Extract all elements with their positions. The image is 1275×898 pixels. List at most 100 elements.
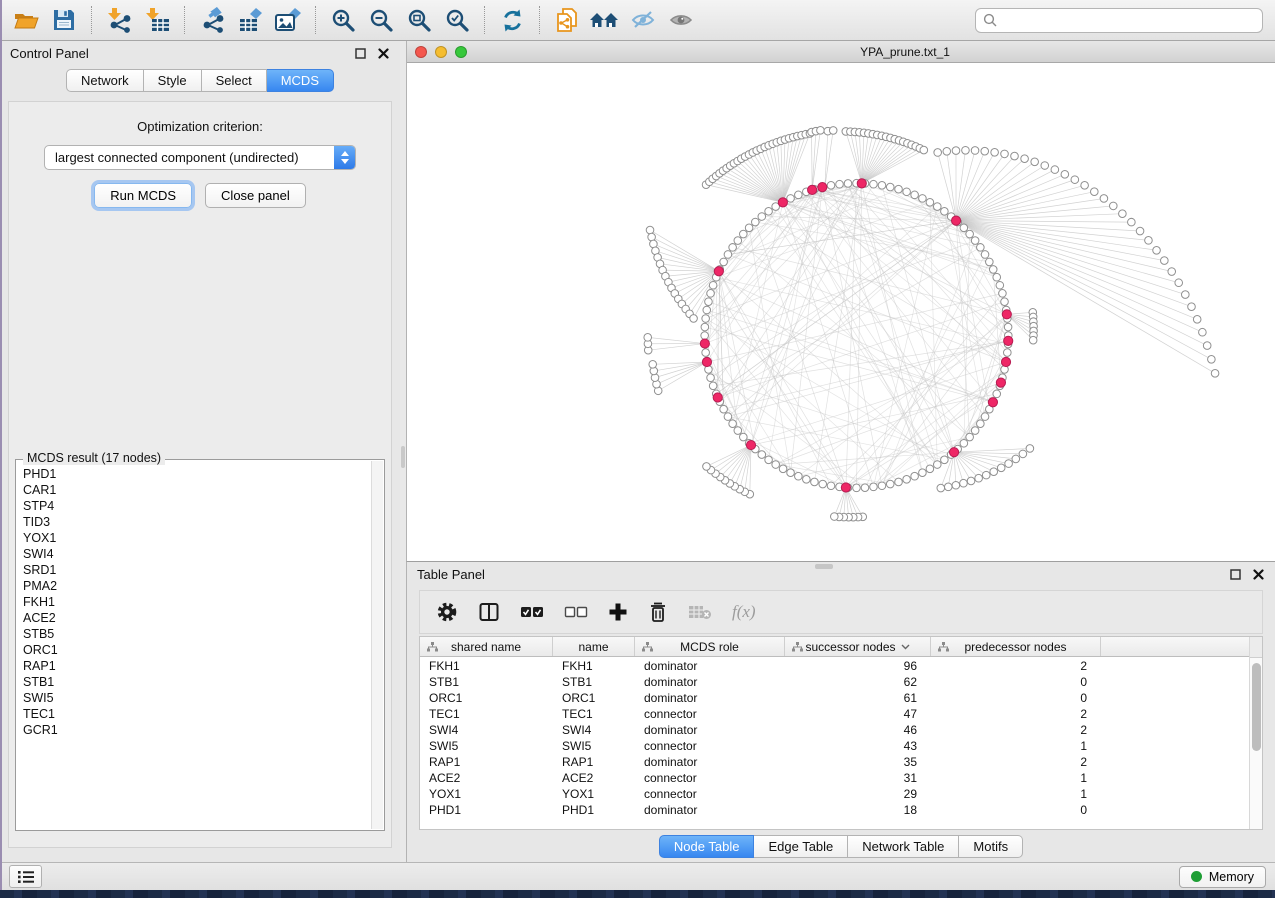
table-row[interactable]: ORC1ORC1dominator610 [420,690,1249,706]
leaf-node[interactable] [952,147,960,155]
ring-node[interactable] [765,207,773,215]
network-titlebar[interactable]: YPA_prune.txt_1 [407,41,1275,63]
table-cell[interactable]: 2 [931,723,1101,737]
leaf-node[interactable] [1175,279,1183,287]
dominator-node[interactable] [714,267,723,276]
leaf-node[interactable] [1199,328,1207,336]
ring-node[interactable] [720,405,728,413]
table-options-button[interactable] [436,601,458,623]
table-cell[interactable]: 1 [931,771,1101,785]
table-cell[interactable]: RAP1 [553,755,635,769]
table-cell[interactable]: connector [635,787,785,801]
ring-node[interactable] [803,476,811,484]
table-tab-edge-table[interactable]: Edge Table [754,835,848,858]
column-header-name[interactable]: name [553,637,635,656]
dominator-node[interactable] [818,183,827,192]
table-row[interactable]: SWI5SWI5connector431 [420,738,1249,754]
hide-selected-button[interactable] [625,4,661,37]
ring-node[interactable] [709,281,717,289]
leaf-node[interactable] [644,334,652,342]
mcds-result-scrollbar[interactable] [371,461,383,829]
leaf-node[interactable] [1005,460,1013,468]
ring-node[interactable] [999,290,1007,298]
leaf-node[interactable] [1026,445,1034,453]
show-columns-button[interactable] [478,601,500,623]
ring-node[interactable] [986,258,994,266]
table-row[interactable]: SWI4SWI4dominator462 [420,722,1249,738]
table-cell[interactable]: ACE2 [553,771,635,785]
close-panel-button[interactable] [376,47,390,61]
table-cell[interactable]: 61 [785,691,931,705]
ring-node[interactable] [720,258,728,266]
table-cell[interactable]: 47 [785,707,931,721]
ring-node[interactable] [734,237,742,245]
table-cell[interactable]: SWI5 [553,739,635,753]
leaf-node[interactable] [952,481,960,489]
show-all-button[interactable] [663,4,699,37]
leaf-node[interactable] [1001,150,1009,158]
mcds-result-item[interactable]: PHD1 [23,466,371,482]
leaf-node[interactable] [1109,202,1117,210]
ring-node[interactable] [971,427,979,435]
zoom-in-button[interactable] [325,4,361,37]
leaf-node[interactable] [944,483,952,491]
run-mcds-button[interactable]: Run MCDS [94,183,192,208]
ring-node[interactable] [903,188,911,196]
table-cell[interactable]: ACE2 [420,771,553,785]
ring-node[interactable] [827,482,835,490]
ring-node[interactable] [895,185,903,193]
ring-node[interactable] [911,472,919,480]
ring-node[interactable] [709,382,717,390]
ring-node[interactable] [911,191,919,199]
ring-node[interactable] [981,251,989,259]
ring-node[interactable] [853,484,861,492]
zoom-out-button[interactable] [363,4,399,37]
close-table-panel-button[interactable] [1251,568,1265,582]
ring-node[interactable] [724,413,732,421]
table-cell[interactable]: STB1 [553,675,635,689]
table-cell[interactable]: dominator [635,803,785,817]
leaf-node[interactable] [982,471,990,479]
leaf-node[interactable] [943,147,951,155]
leaf-node[interactable] [1100,195,1108,203]
table-cell[interactable]: TEC1 [420,707,553,721]
ring-node[interactable] [870,180,878,188]
ring-node[interactable] [1004,323,1012,331]
table-cell[interactable]: PHD1 [420,803,553,817]
table-cell[interactable]: SWI4 [553,723,635,737]
table-cell[interactable]: ORC1 [420,691,553,705]
scrollbar-thumb[interactable] [1252,663,1261,751]
ring-node[interactable] [941,456,949,464]
table-cell[interactable]: FKH1 [420,659,553,673]
leaf-node[interactable] [990,468,998,476]
float-panel-button[interactable] [353,47,367,61]
leaf-node[interactable] [1161,257,1169,265]
dominator-node[interactable] [746,440,755,449]
ring-node[interactable] [765,456,773,464]
ring-node[interactable] [981,413,989,421]
leaf-node[interactable] [1091,188,1099,196]
mcds-result-list[interactable]: PHD1CAR1STP4TID3YOX1SWI4SRD1PMA2FKH1ACE2… [16,461,371,829]
function-builder-button[interactable]: f(x) [732,602,756,622]
table-cell[interactable]: YOX1 [420,787,553,801]
ring-node[interactable] [758,451,766,459]
ring-node[interactable] [878,482,886,490]
ring-node[interactable] [996,281,1004,289]
ring-node[interactable] [993,273,1001,281]
ring-node[interactable] [702,315,710,323]
ring-node[interactable] [926,198,934,206]
column-header-predecessor-nodes[interactable]: predecessor nodes [931,637,1101,656]
ring-node[interactable] [966,230,974,238]
leaf-node[interactable] [1193,316,1201,324]
memory-button[interactable]: Memory [1179,866,1266,888]
first-neighbors-button[interactable] [587,4,623,37]
table-cell[interactable]: ORC1 [553,691,635,705]
duplicate-network-button[interactable] [549,4,585,37]
ring-node[interactable] [702,349,710,357]
export-image-button[interactable] [270,4,306,37]
float-table-panel-button[interactable] [1228,568,1242,582]
ring-node[interactable] [758,213,766,221]
table-cell[interactable]: dominator [635,691,785,705]
tab-network[interactable]: Network [66,69,144,92]
table-cell[interactable]: connector [635,707,785,721]
